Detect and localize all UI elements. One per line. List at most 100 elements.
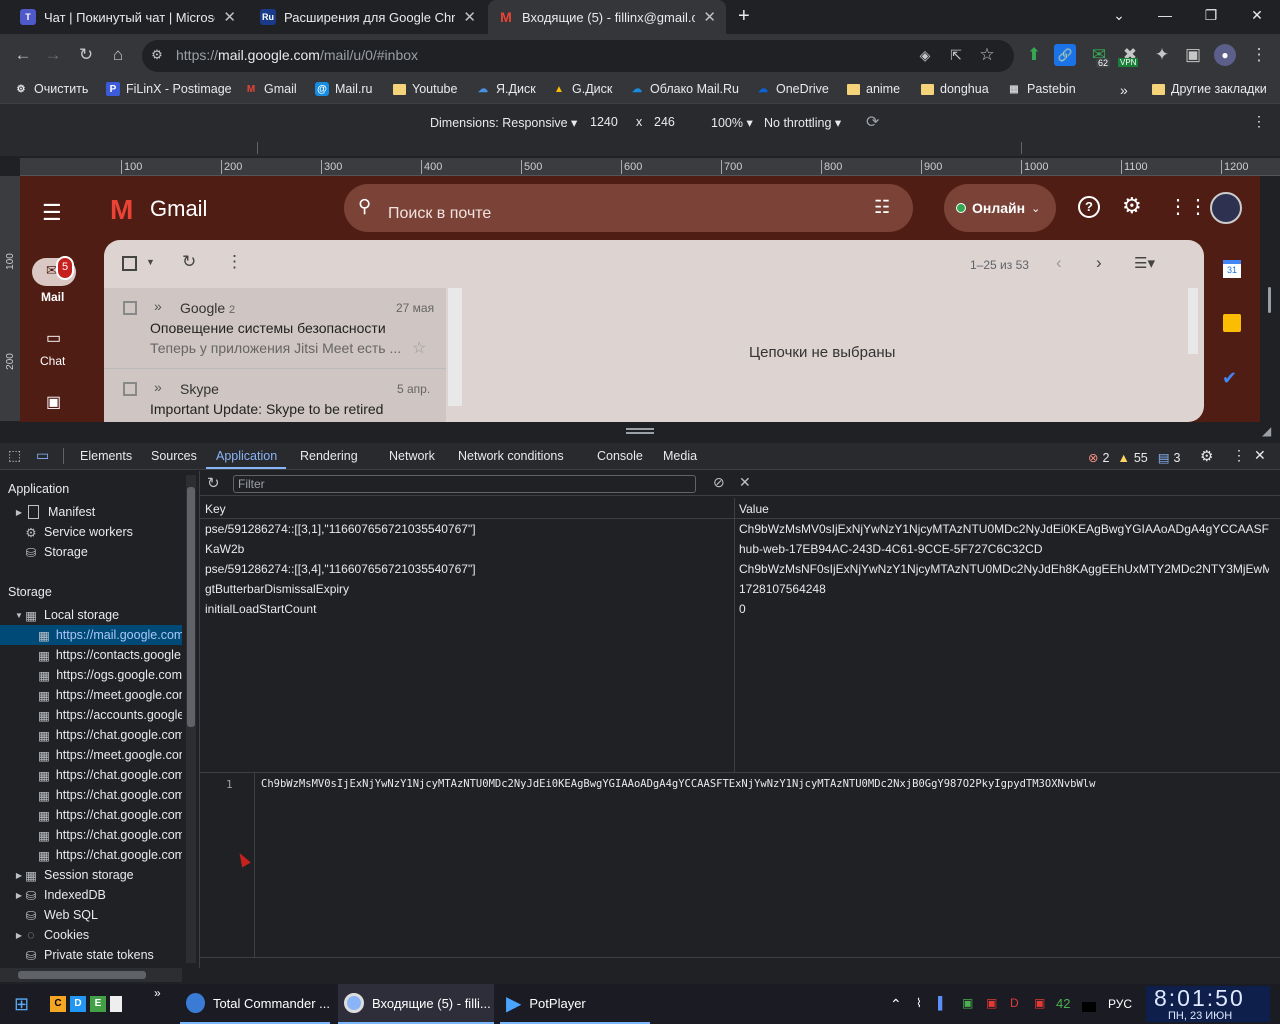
row-value[interactable]: 1728107564248: [739, 582, 1269, 596]
meet-icon[interactable]: ▣: [46, 392, 61, 412]
device-toggle-icon[interactable]: ▭: [36, 447, 49, 464]
tab-media[interactable]: Media: [663, 449, 697, 463]
sidebar-item-origin[interactable]: ▦ https://chat.google.com: [0, 785, 182, 805]
tab-search-icon[interactable]: ⌄: [1096, 0, 1142, 30]
column-header-key[interactable]: Key: [205, 502, 226, 516]
url-text[interactable]: https://mail.google.com/mail/u/0/#inbox: [176, 47, 418, 63]
back-icon[interactable]: ←: [12, 44, 34, 66]
bookmark-star-icon[interactable]: ☆: [976, 44, 998, 66]
sidebar-item-origin[interactable]: ▦ https://chat.google.com: [0, 805, 182, 825]
tray-number[interactable]: 42: [1056, 996, 1070, 1011]
sidebar-item-storage[interactable]: ⛁ Storage: [0, 542, 182, 562]
refresh-icon[interactable]: ↻: [182, 252, 196, 272]
sidebar-hscrollbar[interactable]: [0, 968, 182, 982]
row-key[interactable]: pse/591286274::[[3,1],"11660765672103554…: [205, 522, 730, 536]
sidebar-item-origin[interactable]: ▦ https://accounts.google.com: [0, 705, 182, 725]
column-header-value[interactable]: Value: [739, 502, 769, 516]
reading-scrollbar[interactable]: [1188, 288, 1198, 354]
close-tab-icon[interactable]: ✕: [223, 8, 236, 26]
clock[interactable]: 8:01:50 ПН, 23 ИЮН: [1146, 985, 1270, 1022]
site-info-icon[interactable]: ⚙: [146, 44, 168, 66]
table-row[interactable]: pse/591286274::[[3,1],"11660765672103554…: [200, 520, 1280, 540]
devtools-close-icon[interactable]: ✕: [1254, 447, 1266, 464]
tab-console[interactable]: Console: [597, 449, 643, 463]
more-icon[interactable]: ⋮: [226, 252, 243, 272]
tab-application[interactable]: Application: [216, 449, 277, 463]
drive-c-icon[interactable]: C: [50, 996, 66, 1012]
filter-input[interactable]: Filter: [233, 475, 696, 493]
bookmark-item[interactable]: ☁ Облако Mail.Ru: [630, 82, 739, 96]
density-icon[interactable]: ☰▾: [1134, 254, 1155, 272]
sidebar-item-origin[interactable]: ▦ https://contacts.google.com: [0, 645, 182, 665]
expand-arrow-icon[interactable]: ▶: [14, 931, 24, 940]
email-checkbox[interactable]: [123, 301, 137, 315]
bookmark-item[interactable]: M Gmail: [244, 82, 297, 96]
bookmark-item[interactable]: P FiLinX - Postimage: [106, 82, 232, 96]
close-window-icon[interactable]: ✕: [1234, 0, 1280, 30]
scrollbar-thumb[interactable]: [187, 487, 195, 727]
notepad-icon[interactable]: [110, 996, 122, 1012]
browser-tab-gmail[interactable]: M Входящие (5) - fillinx@gmail.com ✕: [488, 0, 726, 34]
sidebar-item-local-storage[interactable]: ▼ ▦ Local storage: [0, 605, 182, 625]
settings-gear-icon[interactable]: ⚙: [1122, 193, 1142, 219]
tray-app-icon[interactable]: [1082, 1002, 1096, 1012]
collapse-arrow-icon[interactable]: ▼: [14, 611, 24, 620]
height-resize-handle[interactable]: [626, 428, 654, 434]
reload-icon[interactable]: ↻: [75, 44, 97, 66]
bookmark-folder[interactable]: anime: [847, 82, 900, 96]
upload-extension-icon[interactable]: ⬆: [1023, 44, 1045, 66]
tasks-icon[interactable]: ✔: [1222, 368, 1237, 389]
main-menu-icon[interactable]: ☰: [42, 200, 62, 226]
row-value[interactable]: hub-web-17EB94AC-243D-4C61-9CCE-5F727C6C…: [739, 542, 1269, 556]
drive-d-icon[interactable]: D: [70, 996, 86, 1012]
search-options-icon[interactable]: ☷: [874, 197, 890, 218]
importance-icon[interactable]: »: [154, 298, 162, 314]
devtools-more-icon[interactable]: ⋮: [1232, 447, 1246, 464]
select-all-checkbox[interactable]: [122, 256, 137, 271]
chrome-menu-icon[interactable]: ⋮: [1248, 44, 1270, 66]
bookmark-item[interactable]: @ Mail.ru: [315, 82, 373, 96]
throttling-dropdown[interactable]: No throttling ▾: [764, 115, 841, 130]
link-extension-icon[interactable]: 🔗: [1054, 44, 1076, 66]
width-input[interactable]: 1240: [590, 115, 618, 129]
share-icon[interactable]: ⇱: [945, 44, 967, 66]
minimize-icon[interactable]: —: [1142, 0, 1188, 30]
tray-app-icon[interactable]: ▣: [962, 996, 973, 1010]
keep-icon[interactable]: [1223, 314, 1241, 332]
bookmark-folder[interactable]: Youtube: [393, 82, 457, 96]
row-value[interactable]: 0: [739, 602, 1269, 616]
install-icon[interactable]: ◈: [914, 44, 936, 66]
bookmark-item[interactable]: ▦ Pastebin: [1007, 82, 1075, 96]
sidebar-item-origin[interactable]: ▦ https://chat.google.com: [0, 725, 182, 745]
devtools-settings-icon[interactable]: ⚙: [1200, 447, 1213, 465]
help-icon[interactable]: ?: [1078, 196, 1100, 218]
row-key[interactable]: initialLoadStartCount: [205, 602, 730, 616]
tray-app-icon[interactable]: ▣: [1034, 996, 1045, 1010]
email-row[interactable]: » Skype 5 апр. Important Update: Skype t…: [104, 368, 446, 422]
taskbar-app-potplayer[interactable]: ▶ PotPlayer: [500, 984, 650, 1024]
row-key[interactable]: gtButterbarDismissalExpiry: [205, 582, 730, 596]
table-row[interactable]: gtButterbarDismissalExpiry 1728107564248: [200, 580, 1280, 600]
sidebar-item-origin[interactable]: ▦ https://chat.google.com: [0, 845, 182, 865]
width-resize-handle[interactable]: [1268, 287, 1271, 313]
scrollbar-thumb[interactable]: [18, 971, 146, 979]
next-page-icon[interactable]: ›: [1096, 253, 1102, 273]
status-button[interactable]: Онлайн ⌄: [944, 184, 1056, 232]
start-icon[interactable]: ⊞: [14, 984, 29, 1024]
bookmark-folder[interactable]: donghua: [921, 82, 989, 96]
search-icon[interactable]: ⚲: [358, 196, 371, 217]
browser-tab-extensions[interactable]: Ru Расширения для Google Chrom ✕: [250, 0, 486, 34]
gmail-logo-icon[interactable]: M: [110, 194, 133, 226]
calendar-icon[interactable]: 31: [1223, 260, 1241, 278]
forward-icon[interactable]: →: [42, 44, 64, 66]
sidebar-item-private-state-tokens[interactable]: ⛁ Private state tokens: [0, 945, 182, 965]
prev-page-icon[interactable]: ‹: [1056, 253, 1062, 273]
sidebar-item-origin[interactable]: ▦ https://chat.google.com: [0, 765, 182, 785]
corner-resize-icon[interactable]: ◢: [1262, 424, 1271, 438]
chat-icon[interactable]: ▭: [46, 328, 61, 348]
side-panel-icon[interactable]: ▣: [1182, 44, 1204, 66]
search-bar[interactable]: ⚲ Поиск в почте ☷: [344, 184, 913, 232]
sidebar-item-indexeddb[interactable]: ▶ ⛁ IndexedDB: [0, 885, 182, 905]
sidebar-item-websql[interactable]: ⛁ Web SQL: [0, 905, 182, 925]
taskbar-app-totalcmd[interactable]: Total Commander ...: [180, 984, 330, 1024]
